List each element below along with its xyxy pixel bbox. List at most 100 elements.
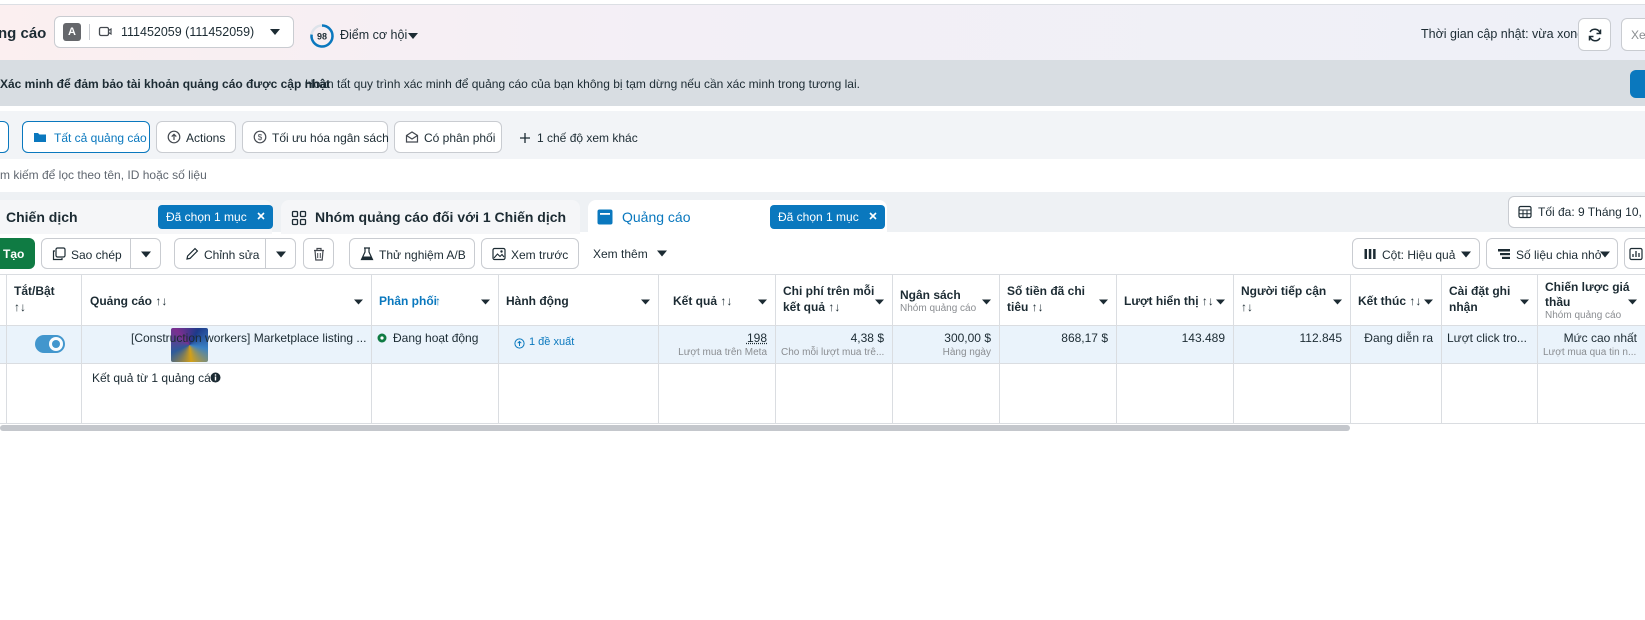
col-actions[interactable]: Hành động xyxy=(498,275,658,327)
view-button[interactable]: Xem xyxy=(1621,18,1645,51)
chevron-down-icon[interactable] xyxy=(758,299,767,305)
reach-value: 112.845 xyxy=(1299,331,1343,345)
filter-actions[interactable]: Actions xyxy=(156,121,236,153)
cell-actions: 1 đề xuất xyxy=(498,326,658,364)
sort-icon[interactable]: ↑↓ xyxy=(14,299,26,315)
col-amount-spent[interactable]: Số tiền đã chi tiêu ↑↓ xyxy=(999,275,1116,327)
image-icon xyxy=(492,247,506,261)
column-divider xyxy=(1537,274,1538,424)
ad-toggle[interactable] xyxy=(35,335,65,353)
tab-ad-sets[interactable]: Nhóm quảng cáo đối với 1 Chiến dịch xyxy=(281,200,580,234)
cell-amount-spent: 868,17 $ xyxy=(999,326,1116,364)
toggle-knob xyxy=(49,337,63,351)
col-results[interactable]: Kết quả ↑↓ xyxy=(658,275,775,327)
ad-name-link[interactable]: [Construction workers] Marketplace listi… xyxy=(131,331,366,345)
edit-options-button[interactable] xyxy=(265,238,296,269)
tab-campaigns[interactable]: Chiến dịch Đã chọn 1 mục xyxy=(0,200,273,234)
ab-test-button[interactable]: Thử nghiệm A/B xyxy=(349,238,475,269)
chevron-down-icon[interactable] xyxy=(641,299,650,305)
opportunity-score-label[interactable]: Điểm cơ hội xyxy=(340,28,407,42)
chevron-down-icon[interactable] xyxy=(1628,299,1637,305)
chevron-down-icon xyxy=(276,251,286,258)
chevron-down-icon[interactable] xyxy=(1216,299,1225,305)
results-value[interactable]: 198 xyxy=(747,331,767,345)
selection-badge[interactable]: Đã chọn 1 mục xyxy=(770,205,885,229)
columns-button[interactable]: Cột: Hiệu quả xyxy=(1352,238,1480,269)
button-label: Cột: Hiệu quả xyxy=(1382,248,1456,262)
delete-button[interactable] xyxy=(303,238,334,269)
duplicate-button[interactable]: Sao chép xyxy=(41,238,131,269)
create-button[interactable]: Tạo xyxy=(0,238,35,269)
filter-has-delivery[interactable]: Có phân phối xyxy=(394,121,502,153)
col-ends[interactable]: Kết thúc ↑↓ xyxy=(1350,275,1441,327)
col-budget[interactable]: Ngân sách Nhóm quảng cáo xyxy=(892,275,999,327)
filter-budget-optimization[interactable]: $ Tối ưu hóa ngân sách xyxy=(242,121,389,153)
breakdown-button[interactable]: Số liệu chia nhỏ xyxy=(1486,238,1618,269)
recommendations-link[interactable]: 1 đề xuất xyxy=(529,336,574,348)
chevron-down-icon xyxy=(1461,251,1471,258)
col-toggle[interactable]: Tắt/Bật ↑↓ xyxy=(6,275,81,327)
column-title: Tắt/Bật xyxy=(14,284,55,298)
filter-row: Tất cả quảng cáo Actions $ Tối ưu hóa ng… xyxy=(0,111,1645,159)
chevron-down-icon[interactable] xyxy=(1333,299,1342,305)
column-divider xyxy=(1116,274,1117,424)
horizontal-scrollbar[interactable] xyxy=(0,425,1350,431)
account-avatar: A xyxy=(63,23,81,41)
score-ring-icon[interactable]: 98 xyxy=(309,23,335,49)
filter-chip-partial[interactable] xyxy=(0,121,9,153)
chevron-down-icon xyxy=(141,251,151,258)
column-subtitle: Nhóm quảng cáo xyxy=(900,303,977,314)
selection-badge[interactable]: Đã chọn 1 mục xyxy=(158,205,273,229)
table-row[interactable]: [Construction workers] Marketplace listi… xyxy=(0,326,1645,364)
chevron-down-icon[interactable] xyxy=(875,299,884,305)
banner-action-button[interactable] xyxy=(1630,70,1645,98)
refresh-button[interactable] xyxy=(1578,18,1611,51)
plus-icon[interactable] xyxy=(519,132,531,144)
more-views-link[interactable]: 1 chế độ xem khác xyxy=(537,131,638,145)
col-ad-name[interactable]: Quảng cáo ↑↓ xyxy=(82,275,371,327)
columns-icon xyxy=(1363,247,1377,261)
column-title: Hành động xyxy=(506,294,569,308)
chevron-down-icon[interactable] xyxy=(1520,299,1529,305)
chevron-down-icon[interactable] xyxy=(354,299,363,305)
report-button[interactable] xyxy=(1624,238,1645,269)
col-reach[interactable]: Người tiếp cận ↑↓ xyxy=(1233,275,1350,327)
impressions-value: 143.489 xyxy=(1181,331,1225,345)
chevron-down-icon[interactable] xyxy=(982,299,991,305)
tab-ads[interactable]: Quảng cáo Đã chọn 1 mục xyxy=(588,200,887,234)
date-range-label: Tối đa: 9 Tháng 10, 20 xyxy=(1538,205,1645,219)
chevron-down-icon[interactable] xyxy=(1099,299,1108,305)
button-label: Sao chép xyxy=(71,248,122,262)
more-button[interactable]: Xem thêm xyxy=(585,238,675,269)
cost-subtitle: Cho mỗi lượt mua trê... xyxy=(781,347,885,358)
arrow-up-circle-icon xyxy=(167,130,181,144)
duplicate-options-button[interactable] xyxy=(130,238,161,269)
filter-all-ads[interactable]: Tất cả quảng cáo xyxy=(22,121,150,153)
col-impressions[interactable]: Lượt hiển thị ↑↓ xyxy=(1116,275,1233,327)
chevron-down-icon[interactable] xyxy=(408,32,418,40)
col-bid-strategy[interactable]: Chiến lược giá thầu Nhóm quảng cáo xyxy=(1537,275,1645,327)
close-icon[interactable] xyxy=(868,211,878,221)
cell-results: 198 Lượt mua trên Meta xyxy=(658,326,775,364)
sort-asc-icon[interactable]: ↑ xyxy=(435,294,441,308)
folder-icon xyxy=(33,130,47,144)
account-selector[interactable]: A 111452059 (111452059) xyxy=(54,16,294,48)
col-delivery[interactable]: Phân phối ↑ xyxy=(371,275,498,327)
column-title-line1: Chiến lược giá xyxy=(1545,280,1630,294)
toggle-dot xyxy=(52,340,60,348)
col-attribution[interactable]: Cài đặt ghi nhận xyxy=(1441,275,1537,327)
preview-button[interactable]: Xem trước xyxy=(481,238,579,269)
budget-value[interactable]: 300,00 $ xyxy=(944,331,991,345)
search-input[interactable] xyxy=(0,168,700,182)
edit-button[interactable]: Chỉnh sửa xyxy=(174,238,266,269)
close-icon[interactable] xyxy=(256,211,266,221)
date-range-picker[interactable]: Tối đa: 9 Tháng 10, 20 xyxy=(1508,196,1645,228)
copy-icon xyxy=(52,247,66,261)
column-title-line2: tiêu ↑↓ xyxy=(1007,300,1044,314)
chevron-down-icon[interactable] xyxy=(481,299,490,305)
col-cost-per-result[interactable]: Chi phí trên mỗi kết quả ↑↓ xyxy=(775,275,892,327)
cell-attribution: Lượt click tro... xyxy=(1441,326,1537,364)
chevron-down-icon[interactable] xyxy=(1424,299,1433,305)
cell-ad-name: [Construction workers] Marketplace listi… xyxy=(82,326,371,364)
info-icon[interactable] xyxy=(210,372,221,383)
